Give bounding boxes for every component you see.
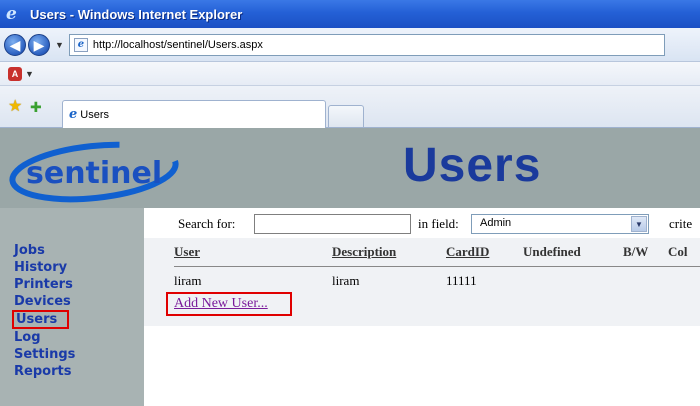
favorites-star-icon[interactable]: ★ (8, 99, 24, 115)
tab-label: Users (80, 108, 110, 121)
logo-text: sentinel (26, 156, 162, 191)
criteria-label: crite (669, 216, 693, 231)
back-arrow-icon[interactable]: ◀ (4, 33, 26, 56)
window-title-bar: e Users - Windows Internet Explorer (0, 0, 700, 28)
address-toolbar: ◀ ▶ ▼ e http://localhost/sentinel/Users.… (0, 28, 700, 62)
field-label: in field: (418, 216, 459, 231)
sidebar-item-log[interactable]: Log (0, 329, 144, 346)
sidebar-item-printers[interactable]: Printers (0, 276, 144, 293)
search-row: Search for: in field: Admin ▼ crite (144, 208, 700, 238)
search-input[interactable] (254, 214, 411, 234)
column-header-col: Col (668, 244, 688, 259)
sidebar-item-reports[interactable]: Reports (0, 363, 144, 380)
add-new-user-link[interactable]: Add New User... (166, 292, 292, 316)
tab-strip: ★ ✚ e Users (0, 86, 700, 128)
pdf-icon[interactable]: A (8, 66, 22, 81)
history-dropdown-icon[interactable]: ▼ (55, 40, 64, 50)
pdf-dropdown-icon[interactable]: ▼ (25, 69, 34, 79)
address-url[interactable]: http://localhost/sentinel/Users.aspx (93, 39, 263, 51)
sidebar-item-history[interactable]: History (0, 259, 144, 276)
sidebar-item-devices[interactable]: Devices (0, 293, 144, 310)
site-header: sentinel Users (0, 128, 700, 208)
ie-page-icon: e (69, 107, 78, 122)
field-select-value: Admin (480, 217, 512, 229)
forward-arrow-icon[interactable]: ▶ (28, 33, 50, 56)
page-title: Users (403, 139, 542, 192)
web-page: sentinel Users Jobs History Printers Dev… (0, 128, 700, 406)
column-header-user[interactable]: User (174, 244, 200, 266)
window-title: Users - Windows Internet Explorer (30, 6, 243, 22)
command-toolbar: A ▼ (0, 62, 700, 86)
search-label: Search for: (178, 216, 236, 231)
tab-users[interactable]: e Users (62, 100, 326, 128)
table-cell-user: liram (174, 273, 202, 288)
header-divider (174, 266, 700, 267)
add-favorite-icon[interactable]: ✚ (30, 99, 46, 115)
sidebar-item-settings[interactable]: Settings (0, 346, 144, 363)
sidebar-nav: Jobs History Printers Devices Users Log … (0, 208, 144, 406)
sidebar-item-jobs[interactable]: Jobs (0, 242, 144, 259)
column-header-description[interactable]: Description (332, 244, 396, 266)
column-header-bw: B/W (623, 244, 649, 259)
sidebar-item-users[interactable]: Users (12, 310, 69, 329)
address-bar[interactable]: e http://localhost/sentinel/Users.aspx (68, 33, 665, 56)
ie-logo-icon: e (6, 4, 17, 24)
field-select[interactable]: Admin ▼ (471, 214, 649, 234)
page-icon: e (73, 37, 88, 52)
main-content: Search for: in field: Admin ▼ crite User… (144, 208, 700, 326)
column-header-cardid[interactable]: CardID (446, 244, 489, 266)
select-arrow-icon[interactable]: ▼ (631, 216, 647, 232)
column-header-undefined: Undefined (523, 244, 581, 259)
table-cell-cardid: 11111 (446, 273, 477, 288)
sentinel-logo: sentinel (9, 141, 179, 203)
table-cell-description: liram (332, 273, 360, 288)
new-tab-button[interactable] (328, 105, 364, 127)
